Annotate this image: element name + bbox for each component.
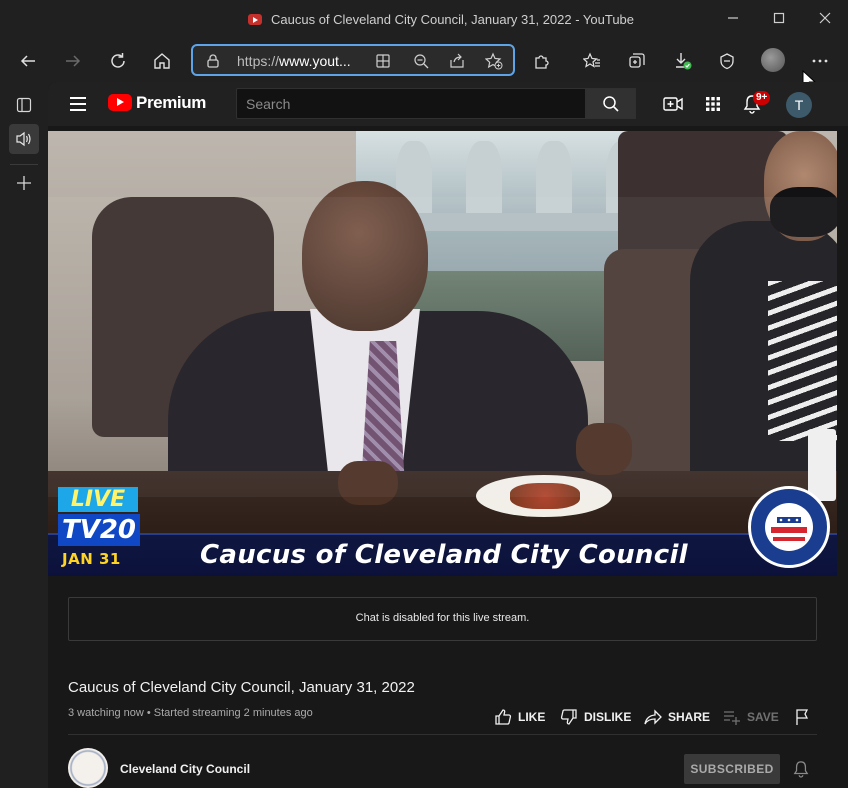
lock-icon[interactable] — [207, 54, 219, 68]
favorites-icon — [583, 52, 600, 68]
section-divider — [68, 734, 817, 735]
user-avatar[interactable]: T — [786, 92, 812, 118]
browser-toolbar: https://www.yout... — [0, 40, 848, 82]
home-button[interactable] — [148, 48, 176, 74]
bell-icon — [793, 761, 809, 778]
refresh-icon — [111, 53, 125, 68]
extensions-icon — [535, 55, 549, 69]
report-button[interactable] — [794, 707, 812, 727]
sidebar-divider — [10, 164, 38, 165]
new-tab-icon — [17, 176, 31, 190]
video-lower-third: Caucus of Cleveland City Council — [48, 533, 837, 576]
tv20-label: TV20 — [58, 514, 140, 546]
url-text[interactable]: https://www.yout... — [237, 53, 351, 69]
refresh-button[interactable] — [104, 48, 132, 74]
video-player[interactable]: Caucus of Cleveland City Council LIVE TV… — [48, 131, 837, 576]
browser-essentials-icon — [720, 53, 734, 70]
save-button[interactable]: SAVE — [723, 707, 779, 727]
video-overlay-title: Caucus of Cleveland City Council — [200, 540, 688, 570]
home-icon — [154, 53, 170, 69]
browser-sidebar — [0, 82, 48, 788]
back-button[interactable] — [14, 48, 42, 74]
youtube-premium-logo[interactable]: Premium — [136, 93, 206, 113]
add-favorite-button[interactable] — [484, 52, 504, 70]
like-button[interactable]: LIKE — [494, 707, 545, 727]
add-to-playlist-icon — [724, 711, 740, 725]
more-icon — [812, 59, 828, 63]
close-icon — [819, 12, 831, 24]
create-video-icon — [663, 97, 683, 111]
like-label: LIKE — [518, 710, 546, 724]
zoom-out-icon — [414, 54, 429, 69]
channel-notifications-button[interactable] — [790, 758, 812, 780]
notification-count-badge: 9+ — [753, 91, 771, 105]
favorites-button[interactable] — [578, 48, 606, 74]
channel-avatar[interactable] — [68, 748, 108, 788]
vertical-tabs-button[interactable] — [9, 90, 39, 120]
close-window-button[interactable] — [812, 8, 838, 32]
youtube-favicon-icon — [248, 14, 262, 25]
address-bar[interactable]: https://www.yout... — [191, 44, 515, 76]
apps-icon — [706, 97, 720, 111]
window-title: Caucus of Cleveland City Council, Januar… — [271, 12, 635, 27]
forward-button[interactable] — [59, 48, 87, 74]
split-screen-icon — [376, 54, 390, 68]
search-button[interactable] — [586, 88, 636, 119]
dislike-label: DISLIKE — [584, 710, 632, 724]
vertical-tabs-icon — [16, 97, 32, 113]
chat-disabled-message: Chat is disabled for this live stream. — [355, 612, 530, 624]
city-of-cleveland-seal — [748, 486, 830, 568]
menu-icon[interactable] — [68, 94, 88, 114]
share-label: SHARE — [668, 710, 711, 724]
maximize-button[interactable] — [766, 8, 792, 32]
channel-name[interactable]: Cleveland City Council — [120, 762, 250, 776]
tv20-live-bug: LIVE TV20 JAN 31 — [58, 487, 140, 568]
downloads-button[interactable] — [669, 48, 697, 74]
minimize-button[interactable] — [720, 8, 746, 32]
thumbs-down-icon — [560, 709, 577, 725]
city-seal-icon — [765, 503, 813, 551]
share-button[interactable]: SHARE — [644, 707, 710, 727]
create-video-button[interactable] — [661, 92, 685, 116]
save-label: SAVE — [747, 710, 779, 724]
youtube-page: Premium 9+ T — [48, 82, 848, 788]
youtube-header: Premium 9+ T — [48, 82, 848, 126]
subscribed-button[interactable]: SUBSCRIBED — [684, 754, 780, 784]
collections-icon — [629, 53, 645, 68]
search-icon — [603, 95, 619, 112]
extensions-button[interactable] — [528, 48, 556, 74]
add-favorite-icon — [485, 52, 503, 70]
back-icon — [20, 55, 35, 67]
share-page-button[interactable] — [447, 52, 467, 70]
browser-essentials-button[interactable] — [713, 48, 741, 74]
forward-icon — [66, 55, 81, 67]
downloads-icon — [676, 53, 692, 70]
youtube-logo-icon[interactable] — [108, 94, 132, 111]
share-arrow-icon — [644, 709, 662, 725]
broadcast-date: JAN 31 — [62, 550, 121, 568]
split-screen-button[interactable] — [373, 52, 393, 70]
flag-icon — [796, 709, 809, 725]
speaker-icon — [16, 131, 31, 147]
zoom-button[interactable] — [411, 52, 431, 70]
title-bar: Caucus of Cleveland City Council, Januar… — [0, 0, 848, 40]
new-tab-button[interactable] — [9, 168, 39, 198]
video-title: Caucus of Cleveland City Council, Januar… — [68, 679, 415, 696]
video-meta: 3 watching now • Started streaming 2 min… — [68, 707, 313, 719]
search-box[interactable] — [236, 88, 586, 119]
profile-avatar[interactable] — [761, 48, 785, 72]
collections-button[interactable] — [623, 48, 651, 74]
dislike-button[interactable]: DISLIKE — [560, 707, 631, 727]
minimize-icon — [728, 17, 738, 19]
maximize-icon — [773, 12, 785, 24]
tab-playing-audio[interactable] — [9, 124, 39, 154]
chat-disabled-box: Chat is disabled for this live stream. — [68, 597, 817, 641]
share-icon — [450, 53, 464, 68]
search-input[interactable] — [237, 89, 585, 118]
live-label: LIVE — [58, 487, 138, 512]
apps-button[interactable] — [701, 92, 725, 116]
thumbs-up-icon — [495, 709, 512, 725]
